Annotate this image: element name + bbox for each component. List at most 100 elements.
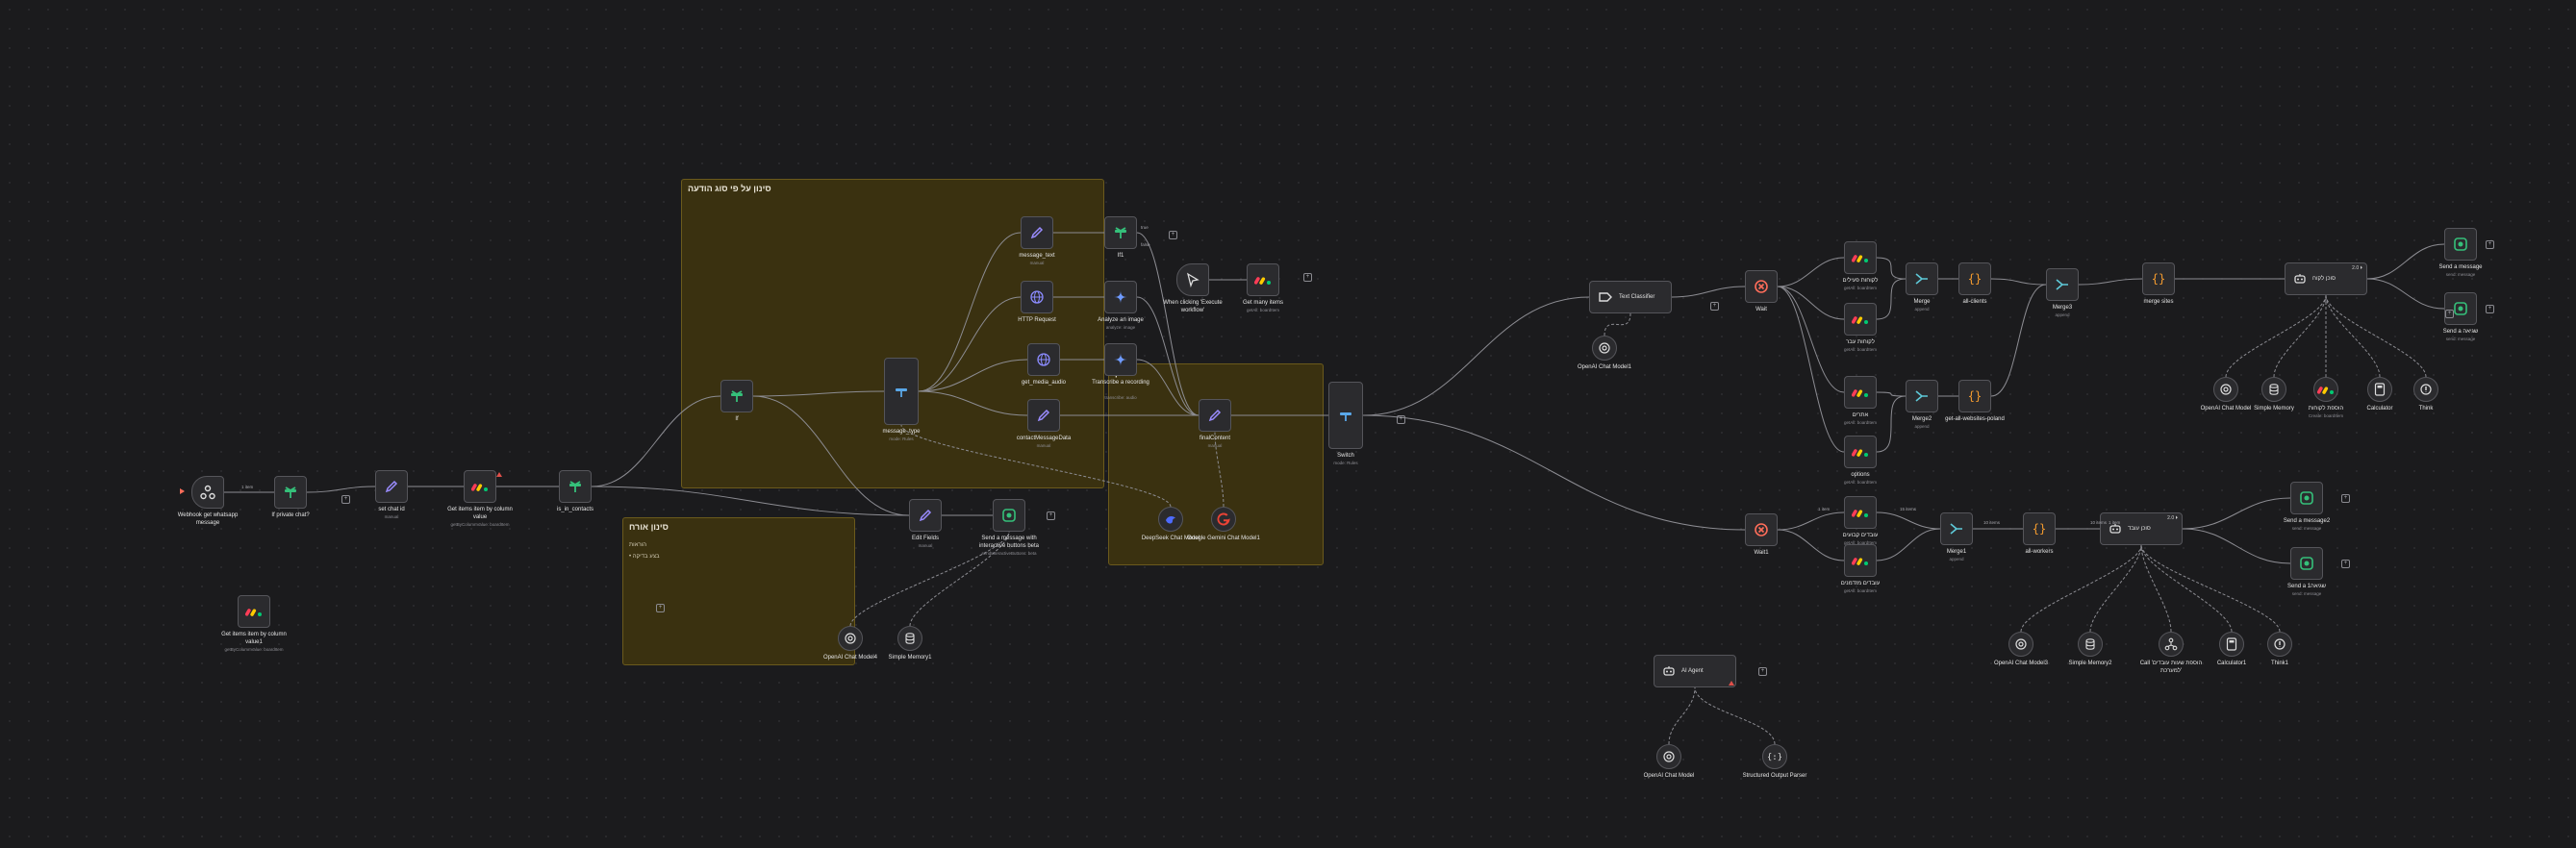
sub-node-connection[interactable] xyxy=(2140,544,2172,633)
sub-node-connection[interactable] xyxy=(2089,544,2142,633)
node-wait1[interactable] xyxy=(1745,513,1778,546)
connection-agent_workers-send_msg3[interactable] xyxy=(2182,528,2291,564)
node-webhook[interactable] xyxy=(191,476,224,509)
sub-node-connection[interactable] xyxy=(1694,686,1776,745)
node-m-clients1[interactable] xyxy=(1844,241,1877,274)
connection-wait1-m_emp1[interactable] xyxy=(1777,511,1845,531)
sticky-note-guest-filter[interactable]: סינון אורח הוראות • בצע בדיקה xyxy=(622,517,855,665)
node-send-msg[interactable] xyxy=(2444,228,2477,261)
connection-agent_clients-send_msg_b[interactable] xyxy=(2366,278,2445,310)
node-set-chat[interactable] xyxy=(375,470,408,503)
add-node-button[interactable]: + xyxy=(1169,231,1177,239)
node-tool-clients[interactable] xyxy=(2313,377,2338,402)
connection-wait-m_clients2[interactable] xyxy=(1777,286,1845,320)
sub-node-connection[interactable] xyxy=(2140,544,2281,633)
node-m-options[interactable] xyxy=(1844,436,1877,468)
node-m-clients2[interactable] xyxy=(1844,303,1877,336)
node-calc1[interactable] xyxy=(2219,632,2244,657)
connection-m_clients1-merge[interactable] xyxy=(1876,257,1907,280)
connection-is_in_contacts-edit_fields[interactable] xyxy=(591,486,910,516)
node-send-msg2[interactable] xyxy=(2290,482,2323,514)
node-text-classifier[interactable]: Text Classifier xyxy=(1589,281,1672,313)
connection-merge3-merge_sites[interactable] xyxy=(2078,278,2143,286)
node-openai3[interactable] xyxy=(2008,632,2033,657)
node-agent-workers[interactable]: סוכן עובד 2.0 ⏵ xyxy=(2100,512,2183,545)
node-switch[interactable] xyxy=(1328,382,1363,449)
node-calc-a[interactable] xyxy=(2367,377,2392,402)
node-openai-b[interactable] xyxy=(1656,744,1681,769)
node-analyze-image[interactable] xyxy=(1104,281,1137,313)
node-if-private[interactable] xyxy=(274,476,307,509)
node-get-media-audio[interactable] xyxy=(1027,343,1060,376)
node-http[interactable] xyxy=(1021,281,1053,313)
add-node-button[interactable]: + xyxy=(341,495,350,504)
sub-node-connection[interactable] xyxy=(1668,686,1696,745)
node-edit-fields[interactable] xyxy=(909,499,942,532)
node-is-in-contacts[interactable] xyxy=(559,470,592,503)
add-node-button[interactable]: + xyxy=(1047,511,1055,520)
node-if[interactable] xyxy=(720,380,753,412)
node-m-sites[interactable] xyxy=(1844,376,1877,409)
node-transcribe[interactable] xyxy=(1104,343,1137,376)
connection-m_sites-merge2[interactable] xyxy=(1876,391,1907,397)
node-contact-message[interactable] xyxy=(1027,399,1060,432)
node-manual-trigger[interactable] xyxy=(1176,263,1209,296)
sub-node-connection[interactable] xyxy=(2020,544,2142,633)
node-openai4[interactable] xyxy=(838,626,863,651)
connection-m_emp1-merge1[interactable] xyxy=(1876,511,1941,530)
add-node-button[interactable]: + xyxy=(2486,305,2494,313)
node-get-all-websites[interactable]: {} xyxy=(1958,380,1991,412)
node-call-workflow[interactable] xyxy=(2159,632,2184,657)
connection-switch-text_classifier[interactable] xyxy=(1362,296,1590,416)
node-memory2[interactable] xyxy=(2078,632,2103,657)
node-openai-a[interactable] xyxy=(2213,377,2238,402)
node-if1[interactable] xyxy=(1104,216,1137,249)
add-node-button[interactable]: + xyxy=(2445,310,2454,318)
node-merge[interactable] xyxy=(1906,262,1938,295)
node-gemini-chat[interactable] xyxy=(1211,507,1236,532)
add-node-button[interactable]: + xyxy=(1758,667,1767,676)
connection-if_private-set_chat[interactable] xyxy=(306,486,376,493)
connection-switch-wait1[interactable] xyxy=(1362,414,1746,531)
node-deepseek[interactable] xyxy=(1158,507,1183,532)
sub-node-connection[interactable] xyxy=(2225,294,2327,378)
workflow-canvas[interactable]: סינון על פי סוג הודעה סינון סינון אורח ה… xyxy=(0,0,2576,848)
node-think1[interactable] xyxy=(2267,632,2292,657)
node-think-a[interactable] xyxy=(2413,377,2438,402)
node-merge2[interactable] xyxy=(1906,380,1938,412)
node-all-clients[interactable]: {} xyxy=(1958,262,1991,295)
add-node-button[interactable]: + xyxy=(1303,273,1312,282)
add-node-button[interactable]: + xyxy=(1710,302,1719,311)
sub-node-connection[interactable] xyxy=(2273,294,2327,378)
node-send-msg-b[interactable] xyxy=(2444,292,2477,325)
add-node-button[interactable]: + xyxy=(2486,240,2494,249)
node-final-content[interactable] xyxy=(1199,399,1231,432)
node-message-text[interactable] xyxy=(1021,216,1053,249)
node-send-buttons[interactable] xyxy=(993,499,1025,532)
sub-node-connection[interactable] xyxy=(1604,312,1631,337)
node-m-emp1[interactable] xyxy=(1844,496,1877,529)
node-parser[interactable]: {:} xyxy=(1762,744,1787,769)
node-merge1[interactable] xyxy=(1940,512,1973,545)
node-get-items-col[interactable] xyxy=(464,470,496,503)
node-get-many-items[interactable] xyxy=(1247,263,1279,296)
connection-agent_clients-send_msg[interactable] xyxy=(2366,243,2445,280)
node-wait[interactable] xyxy=(1745,270,1778,303)
sub-node-connection[interactable] xyxy=(2325,294,2427,378)
connection-text_classifier-wait[interactable] xyxy=(1671,286,1746,298)
node-all-workers[interactable]: {} xyxy=(2023,512,2056,545)
node-agent-clients[interactable]: סוכן לקוח 2.0 ⏵ xyxy=(2285,262,2367,295)
node-send-msg3[interactable] xyxy=(2290,547,2323,580)
node-get-items-col1[interactable] xyxy=(238,595,270,628)
node-message-type[interactable] xyxy=(884,358,919,425)
add-node-button[interactable]: + xyxy=(2341,560,2350,568)
node-merge-sites[interactable]: {} xyxy=(2142,262,2175,295)
connection-m_options-merge2[interactable] xyxy=(1876,395,1907,453)
add-node-button[interactable]: + xyxy=(2341,494,2350,503)
node-memory1[interactable] xyxy=(897,626,922,651)
add-node-button[interactable]: + xyxy=(1397,415,1405,424)
node-merge3[interactable] xyxy=(2046,268,2079,301)
sub-node-connection[interactable] xyxy=(2325,294,2381,378)
sub-node-connection[interactable] xyxy=(2140,544,2233,633)
node-m-emp2[interactable] xyxy=(1844,544,1877,577)
